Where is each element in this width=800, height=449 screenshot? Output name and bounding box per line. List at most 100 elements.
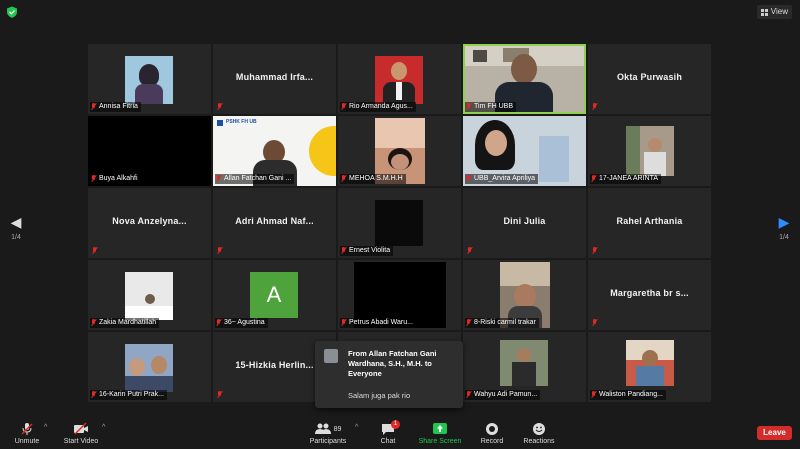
participant-tile[interactable]: Ernest Violita	[338, 188, 461, 258]
muted-mic-icon	[592, 319, 598, 327]
start-video-button[interactable]: Start Video	[62, 422, 100, 445]
participant-video	[375, 56, 423, 104]
participant-tile[interactable]: 17-JANEA ARINTA	[588, 116, 711, 186]
participant-name-label: Allan Fatchan Gani ...	[215, 174, 295, 184]
muted-mic-icon	[91, 319, 97, 327]
next-page-button[interactable]: ▶ 1/4	[774, 214, 794, 241]
participant-tile[interactable]: Annisa Fitria	[88, 44, 211, 114]
muted-mic-icon	[591, 391, 597, 399]
record-icon	[478, 422, 506, 436]
share-screen-icon	[418, 422, 462, 436]
previous-page-button[interactable]: ◀ 1/4	[6, 214, 26, 241]
participant-name: Adri Ahmad Naf...	[235, 216, 314, 226]
muted-mic-icon	[216, 319, 222, 327]
active-speaker-tile[interactable]: Tim FH UBB	[463, 44, 586, 114]
participant-name-label: Annisa Fitria	[90, 102, 141, 112]
participant-tile[interactable]: Zakia Mardhatillah	[88, 260, 211, 330]
encryption-shield-icon[interactable]	[6, 6, 18, 18]
participant-video	[125, 272, 173, 320]
participant-video	[626, 340, 674, 386]
participant-video	[626, 126, 674, 176]
participant-name: Okta Purwasih	[616, 72, 683, 82]
participant-tile[interactable]: Okta Purwasih	[588, 44, 711, 114]
participant-tile[interactable]: MEHOA S.M.H.H	[338, 116, 461, 186]
participant-tile[interactable]: Rio Armanda Agus...	[338, 44, 461, 114]
participant-name-label: MEHOA S.M.H.H	[340, 174, 406, 184]
participant-tile[interactable]: Nova Anzelyna...	[88, 188, 211, 258]
record-button[interactable]: Record	[478, 422, 506, 445]
participant-tile[interactable]: Adri Ahmad Naf...	[213, 188, 336, 258]
muted-microphone-icon	[12, 422, 42, 436]
participant-video	[375, 200, 423, 246]
participant-tile[interactable]: 16-Karin Putri Prak...	[88, 332, 211, 402]
participant-tile[interactable]: Margaretha br s...	[588, 260, 711, 330]
muted-mic-icon	[217, 247, 223, 255]
participants-count: 89	[333, 425, 342, 433]
participant-name-label: Petrus Abadi Waru...	[340, 318, 416, 328]
participant-tile[interactable]: A 36~ Agustina	[213, 260, 336, 330]
view-button[interactable]: View	[756, 5, 792, 19]
leave-button[interactable]: Leave	[757, 426, 792, 440]
view-label: View	[770, 7, 788, 16]
participant-name-label: Zakia Mardhatillah	[90, 318, 160, 328]
participant-tile[interactable]: Buya Alkahfi	[88, 116, 211, 186]
participant-tile[interactable]: UBB_Arvira Apriliya	[463, 116, 586, 186]
participant-tile[interactable]: PSHK FH UB Allan Fatchan Gani ...	[213, 116, 336, 186]
share-screen-button[interactable]: Share Screen	[418, 422, 462, 445]
unmute-button[interactable]: Unmute	[12, 422, 42, 445]
chat-notification-popup[interactable]: From Allan Fatchan Gani Wardhana, S.H., …	[315, 341, 463, 408]
muted-mic-icon	[341, 247, 347, 255]
participant-name-label: Wahyu Adi Pamun...	[465, 390, 541, 400]
avatar: A	[250, 272, 298, 318]
participant-name-label: 16-Karin Putri Prak...	[90, 390, 167, 400]
participant-name-label: Tim FH UBB	[465, 102, 517, 112]
muted-mic-icon	[341, 103, 347, 111]
participant-tile[interactable]: Wahyu Adi Pamun...	[463, 332, 586, 402]
muted-mic-icon	[466, 391, 472, 399]
video-off-icon	[62, 422, 100, 436]
video-options-caret[interactable]: ^	[102, 424, 105, 431]
share-screen-label: Share Screen	[418, 438, 462, 445]
participant-name-label: Ernest Violita	[340, 246, 394, 256]
participant-tile[interactable]: Muhammad Irfa...	[213, 44, 336, 114]
muted-mic-icon	[466, 175, 472, 183]
muted-mic-icon	[467, 247, 473, 255]
participant-name: Margaretha br s...	[610, 288, 689, 298]
smiley-icon	[522, 422, 556, 436]
participant-name-label: Buya Alkahfi	[90, 174, 141, 184]
participants-button[interactable]: 89 Participants	[306, 422, 350, 445]
muted-mic-icon	[92, 247, 98, 255]
grid-view-icon	[760, 8, 768, 16]
participant-name: Rahel Arthania	[616, 216, 683, 226]
participant-tile[interactable]: Rahel Arthania	[588, 188, 711, 258]
muted-mic-icon	[341, 175, 347, 183]
participant-tile[interactable]: 8-Riski carmil trakar	[463, 260, 586, 330]
muted-mic-icon	[466, 103, 472, 111]
participants-options-caret[interactable]: ^	[355, 424, 358, 431]
participants-icon: 89	[306, 422, 350, 436]
participant-tile[interactable]: Dini Julia	[463, 188, 586, 258]
reactions-button[interactable]: Reactions	[522, 422, 556, 445]
participant-name-label: 36~ Agustina	[215, 318, 268, 328]
participant-name: Nova Anzelyna...	[112, 216, 187, 226]
participant-tile[interactable]: Petrus Abadi Waru...	[338, 260, 461, 330]
participant-name-label: Waliston Pandiang...	[590, 390, 666, 400]
record-label: Record	[480, 438, 504, 445]
chat-label: Chat	[380, 438, 396, 445]
sender-avatar	[324, 349, 338, 363]
muted-mic-icon	[216, 175, 222, 183]
audio-options-caret[interactable]: ^	[44, 424, 47, 431]
participant-video	[500, 340, 548, 386]
participant-name: Dini Julia	[503, 216, 546, 226]
start-video-label: Start Video	[63, 438, 99, 445]
muted-mic-icon	[91, 175, 97, 183]
participant-name-label: Rio Armanda Agus...	[340, 102, 416, 112]
participant-tile[interactable]: Waliston Pandiang...	[588, 332, 711, 402]
muted-mic-icon	[91, 391, 97, 399]
muted-mic-icon	[217, 103, 223, 111]
chat-sender-line: From Allan Fatchan Gani Wardhana, S.H., …	[348, 349, 437, 378]
chat-unread-badge: 1	[391, 420, 400, 429]
participants-label: Participants	[309, 438, 347, 445]
participant-name-label: UBB_Arvira Apriliya	[465, 174, 539, 184]
participant-video	[125, 56, 173, 104]
